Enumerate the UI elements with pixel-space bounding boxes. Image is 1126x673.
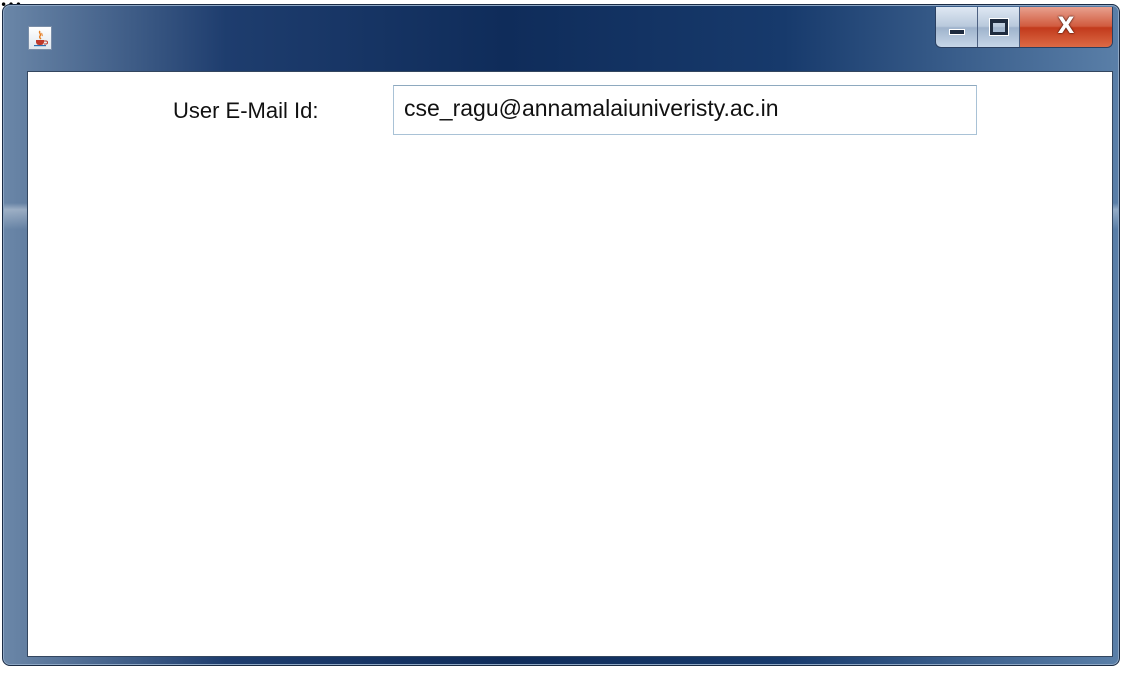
caption-buttons: X xyxy=(935,7,1113,48)
close-icon: X xyxy=(1057,14,1075,39)
minimize-icon xyxy=(948,29,965,35)
maximize-button[interactable] xyxy=(978,7,1020,47)
close-button[interactable]: X xyxy=(1020,7,1112,47)
maximize-icon xyxy=(988,18,1009,36)
content-panel: User E-Mail Id: xyxy=(27,71,1113,657)
email-field[interactable] xyxy=(393,85,977,135)
minimize-button[interactable] xyxy=(936,7,978,47)
java-cup-icon[interactable] xyxy=(28,26,52,50)
email-label: User E-Mail Id: xyxy=(173,98,319,123)
app-window: X User E-Mail Id: xyxy=(2,4,1120,666)
title-bar[interactable]: X xyxy=(3,5,1119,67)
